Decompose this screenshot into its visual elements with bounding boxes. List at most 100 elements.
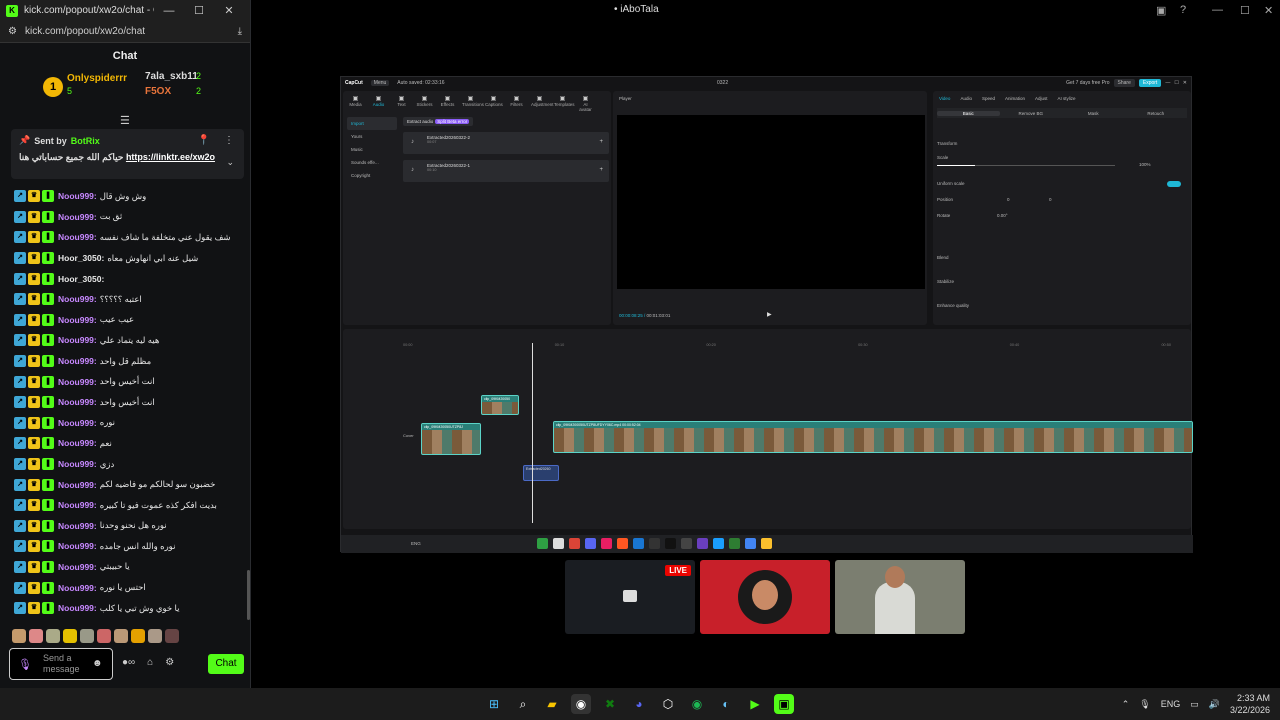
volume-icon[interactable]: 🔊 [1209, 699, 1220, 710]
chevron-down-icon[interactable]: ⌄ [226, 157, 234, 168]
chat-username[interactable]: Noou999: [58, 480, 97, 490]
add-icon[interactable]: + [599, 139, 603, 145]
kick-icon[interactable]: ▶ [745, 694, 765, 714]
emote-icon[interactable] [12, 629, 26, 643]
audio-item[interactable]: ♪ Extracted20260322-1 00:10 + [403, 160, 609, 182]
chat-username[interactable]: Hoor_3050: [58, 274, 104, 284]
app-icon[interactable] [665, 538, 676, 549]
chat-username[interactable]: Noou999: [58, 294, 97, 304]
chat-username[interactable]: Noou999: [58, 438, 97, 448]
share-button[interactable]: Share [1113, 79, 1135, 87]
chat-username[interactable]: Noou999: [58, 459, 97, 469]
chat-username[interactable]: Noou999: [58, 356, 97, 366]
tool-tab[interactable]: ▣ Adjustment [531, 95, 554, 112]
address-bar[interactable]: ⚙ kick.com/popout/xw2o/chat ⤓ [0, 21, 250, 43]
chat-username[interactable]: Noou999: [58, 315, 97, 325]
tool-tab[interactable]: ▣ Text [393, 95, 410, 112]
steam-icon[interactable]: ◐ [716, 694, 736, 714]
category-item[interactable]: Copyright [347, 169, 397, 182]
url-text[interactable]: kick.com/popout/xw2o/chat [25, 26, 238, 37]
property-tab[interactable]: Speed [982, 96, 995, 101]
rotate-value[interactable]: 0.00° [997, 213, 1008, 218]
enhance-quality-label[interactable]: Enhance quality [937, 303, 969, 308]
property-tab[interactable]: Animation [1005, 96, 1025, 101]
bot-name[interactable]: BotRix [71, 136, 100, 146]
minimize-icon[interactable]: — [1212, 4, 1223, 16]
playhead[interactable] [532, 343, 533, 523]
help-icon[interactable]: ? [1180, 4, 1186, 16]
position-x[interactable]: 0 [1007, 197, 1010, 202]
leader-second-name[interactable]: 7ala_sxb11 [145, 71, 198, 82]
position-y[interactable]: 0 [1049, 197, 1052, 202]
property-tab[interactable]: Video [939, 96, 950, 101]
chat-username[interactable]: Noou999: [58, 500, 97, 510]
tool-tab[interactable]: ▣ AI avatar [577, 95, 594, 112]
minimize-icon[interactable]: — [1165, 80, 1170, 86]
settings-gear-icon[interactable]: ⚙ [165, 657, 174, 668]
chat-input[interactable]: 🎙 Send a message ☻ [9, 648, 113, 680]
xbox-icon[interactable]: ✖ [600, 694, 620, 714]
emote-icon[interactable] [63, 629, 77, 643]
emote-icon[interactable] [131, 629, 145, 643]
app-icon[interactable] [681, 538, 692, 549]
app-icon[interactable] [697, 538, 708, 549]
app-icon[interactable] [537, 538, 548, 549]
tool-tab[interactable]: ▣ Captions [485, 95, 503, 112]
category-item[interactable]: Music [347, 143, 397, 156]
tool-tab[interactable]: ▣ Effects [439, 95, 456, 112]
property-subtab[interactable]: Mask [1062, 111, 1125, 116]
audio-item[interactable]: ♪ Extracted20260322-2 00:07 + [403, 132, 609, 154]
app-icon[interactable] [729, 538, 740, 549]
maximize-icon[interactable]: ☐ [184, 4, 214, 17]
start-icon[interactable]: ⊞ [484, 694, 504, 714]
app-icon[interactable] [585, 538, 596, 549]
network-icon[interactable]: ▭ [1190, 699, 1199, 710]
emote-icon[interactable] [148, 629, 162, 643]
leader-third-name[interactable]: F5OX [145, 86, 171, 97]
screenshot-icon[interactable]: ▣ [1156, 4, 1166, 17]
chat-username[interactable]: Noou999: [58, 212, 97, 222]
property-tab[interactable]: Adjust [1035, 96, 1048, 101]
unpin-icon[interactable]: 📍 [198, 135, 210, 146]
category-item[interactable]: Sounds effe... [347, 156, 397, 169]
menu-button[interactable]: Menu [370, 80, 390, 86]
chat-username[interactable]: Noou999: [58, 603, 97, 613]
app-icon[interactable] [713, 538, 724, 549]
tool-tab[interactable]: ▣ Transitions [462, 95, 484, 112]
site-info-icon[interactable]: ⚙ [8, 26, 17, 37]
spotify-icon[interactable]: ◉ [687, 694, 707, 714]
emote-icon[interactable] [165, 629, 179, 643]
emoji-icon[interactable]: ☻ [92, 658, 103, 669]
chat-username[interactable]: Noou999: [58, 418, 97, 428]
close-icon[interactable]: ✕ [1183, 80, 1187, 86]
extract-audio-button[interactable]: Extract audio Split Beta error [403, 117, 474, 126]
discord-icon[interactable]: ◕ [629, 694, 649, 714]
kicks-icon[interactable]: ●∞ [122, 657, 135, 668]
language-indicator[interactable]: ENG [1161, 699, 1181, 709]
chat-scrollbar[interactable] [247, 570, 250, 620]
pinned-link[interactable]: https://linktr.ee/xw2o [126, 152, 215, 162]
blend-label[interactable]: Blend [937, 255, 949, 260]
app-icon[interactable] [569, 538, 580, 549]
chat-username[interactable]: Noou999: [58, 191, 97, 201]
export-button[interactable]: Export [1138, 79, 1162, 87]
chat-username[interactable]: Noou999: [58, 562, 97, 572]
search-icon[interactable]: ⌕ [513, 694, 533, 714]
property-subtab[interactable]: Basic [937, 110, 1000, 116]
app-icon[interactable] [633, 538, 644, 549]
chrome-icon[interactable]: ◉ [571, 694, 591, 714]
close-icon[interactable]: ✕ [1264, 4, 1273, 17]
emote-icon[interactable] [29, 629, 43, 643]
tool-tab[interactable]: ▣ Audio [370, 95, 387, 112]
microphone-icon[interactable]: 🎙 [1139, 699, 1150, 710]
property-tab[interactable]: Audio [960, 96, 972, 101]
app-icon[interactable] [745, 538, 756, 549]
chat-input-placeholder[interactable]: Send a message [43, 653, 91, 675]
transform-label[interactable]: Transform [937, 141, 957, 146]
uniform-scale-toggle[interactable] [1167, 181, 1181, 187]
chat-username[interactable]: Noou999: [58, 521, 97, 531]
chat-username[interactable]: Hoor_3050: [58, 253, 104, 263]
chat-send-button[interactable]: Chat [208, 654, 244, 674]
microphone-icon[interactable]: 🎙 [18, 658, 32, 671]
chat-username[interactable]: Noou999: [58, 232, 97, 242]
